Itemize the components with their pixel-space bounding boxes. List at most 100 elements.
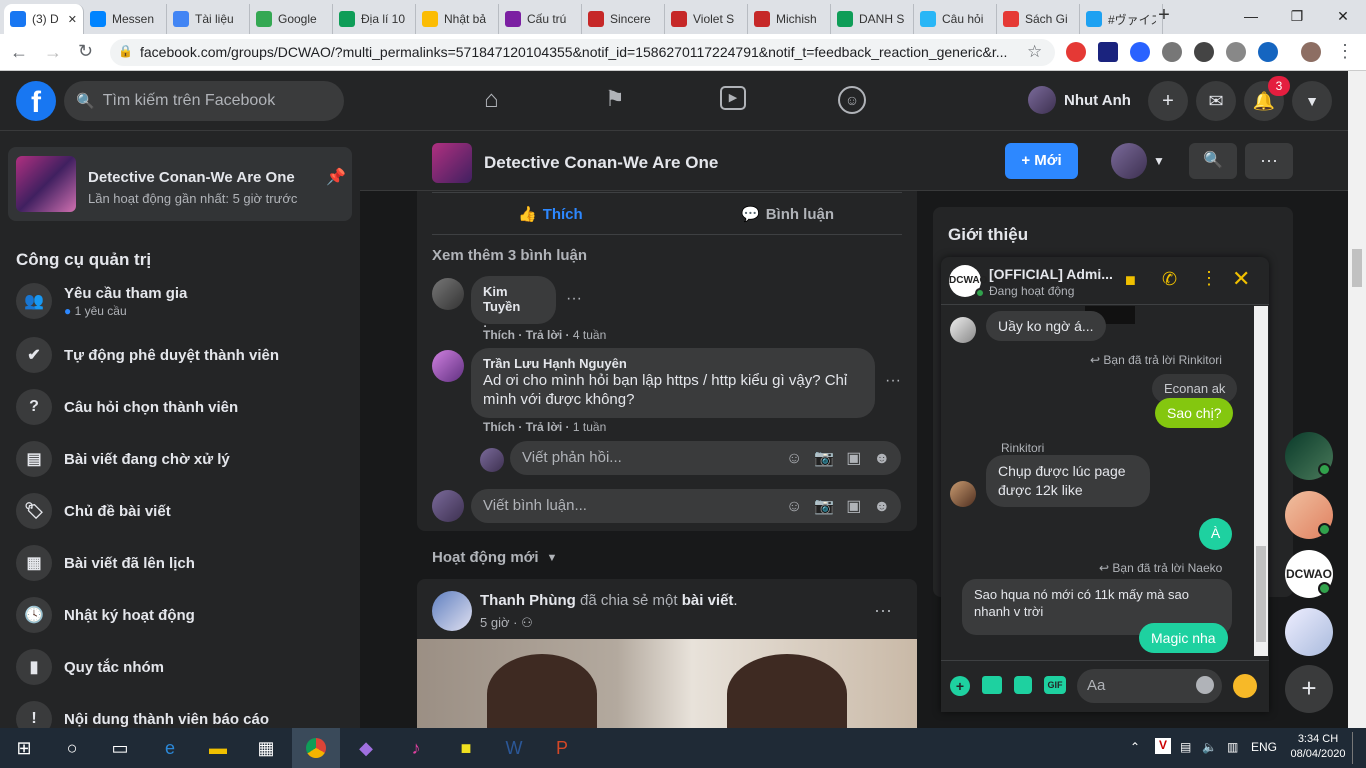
extension-icon[interactable] (1258, 42, 1278, 62)
browser-tab[interactable]: Michish (748, 4, 831, 34)
browser-tab[interactable]: Tài liệu (167, 4, 250, 34)
volume-icon[interactable]: 🔈 (1202, 740, 1217, 754)
post-options-icon[interactable]: ··· (874, 600, 892, 621)
show-desktop-button[interactable] (1352, 732, 1355, 764)
more-options-icon[interactable]: ··· (1245, 143, 1293, 179)
admin-tool-item[interactable]: 🕓 Nhật ký hoạt động (16, 597, 195, 633)
extension-icon[interactable] (1130, 42, 1150, 62)
sticker-icon[interactable]: ☻ (873, 498, 902, 515)
browser-tab[interactable]: Cấu trú (499, 4, 582, 34)
message-bubble[interactable]: Magic nha (1139, 623, 1228, 653)
close-window-button[interactable]: ✕ (1320, 0, 1366, 32)
admin-tool-item[interactable]: ? Câu hỏi chọn thành viên (16, 389, 238, 425)
new-tab-button[interactable]: + (1152, 4, 1176, 28)
facebook-logo[interactable]: f (16, 81, 56, 121)
phone-icon[interactable]: ✆ (1162, 269, 1177, 290)
view-more-comments[interactable]: Xem thêm 3 bình luận (432, 247, 587, 264)
comment-like-link[interactable]: Thích (483, 420, 515, 434)
browser-tab[interactable]: Violet S (665, 4, 748, 34)
camera-icon[interactable]: 📷 (814, 450, 846, 467)
store-icon[interactable]: ▦ (242, 728, 290, 768)
avatar[interactable] (432, 350, 464, 382)
url-input[interactable]: facebook.com/groups/DCWAO/?multi_permali… (110, 39, 1055, 66)
browser-tab[interactable]: Messen (84, 4, 167, 34)
browser-tab[interactable]: Google (250, 4, 333, 34)
gif-icon[interactable]: ▣ (846, 498, 873, 515)
scroll-thumb[interactable] (1256, 546, 1266, 642)
browser-tab[interactable]: Nhật bả (416, 4, 499, 34)
pin-icon[interactable]: 📌 (326, 167, 346, 187)
post-object-link[interactable]: bài viết (682, 592, 734, 609)
group-card[interactable]: Detective Conan-We Are One Lần hoạt động… (8, 147, 352, 221)
input-language[interactable]: ENG (1251, 740, 1277, 754)
tray-chevron-icon[interactable]: ⌃ (1130, 740, 1140, 754)
photo-icon[interactable] (982, 676, 1002, 694)
chat-head-avatar[interactable] (1285, 608, 1333, 656)
post-image[interactable] (417, 639, 917, 734)
close-tab-icon[interactable]: ✕ (68, 13, 77, 26)
group-header-title[interactable]: Detective Conan-We Are One (484, 153, 718, 173)
add-icon[interactable]: + (950, 676, 970, 696)
comment-reply-link[interactable]: Trả lời (526, 328, 563, 342)
post-author[interactable]: Thanh Phùng (480, 592, 576, 609)
chrome-icon[interactable] (292, 728, 340, 768)
minimize-button[interactable]: — (1228, 0, 1274, 32)
like-button[interactable]: 👍 Thích (518, 205, 583, 224)
post-time[interactable]: 5 giờ · ⚇ (480, 615, 533, 631)
emoji-reaction-icon[interactable] (1233, 674, 1257, 698)
browser-menu-icon[interactable]: ⋮ (1336, 41, 1354, 62)
task-view-icon[interactable]: ▭ (96, 728, 144, 768)
extension-icon[interactable] (1098, 42, 1118, 62)
search-input[interactable]: Tìm kiếm trên Facebook (103, 92, 276, 110)
search-icon[interactable]: ○ (48, 728, 96, 768)
groups-icon[interactable]: ☺ (838, 86, 866, 114)
browser-tab[interactable]: Câu hỏi (914, 4, 997, 34)
antivirus-icon[interactable]: V (1155, 738, 1171, 754)
avatar[interactable] (432, 591, 472, 631)
camera-icon[interactable]: 📷 (814, 498, 846, 515)
powerpoint-icon[interactable]: P (538, 728, 586, 768)
video-call-icon[interactable]: ■ (1125, 270, 1136, 291)
forward-icon[interactable]: → (44, 42, 62, 63)
scroll-thumb[interactable] (1352, 249, 1362, 287)
word-icon[interactable]: W (490, 728, 538, 768)
sticky-app-icon[interactable]: ■ (442, 728, 490, 768)
account-menu-icon[interactable]: ▼ (1292, 81, 1332, 121)
bookmark-star-icon[interactable]: ☆ (1027, 42, 1042, 62)
create-button[interactable]: + (1148, 81, 1188, 121)
music-app-icon[interactable]: ♪ (392, 728, 440, 768)
browser-tab[interactable]: #ヴァイス (1080, 4, 1163, 34)
chat-options-icon[interactable]: ⋮ (1200, 268, 1218, 289)
windows-start-icon[interactable]: ⊞ (0, 728, 48, 768)
comment-options-icon[interactable]: ··· (885, 372, 901, 390)
page-scrollbar[interactable] (1348, 71, 1366, 728)
back-icon[interactable]: ← (10, 42, 28, 63)
sticker-icon[interactable] (1014, 676, 1032, 694)
search-box[interactable]: 🔍 Tìm kiếm trên Facebook (64, 81, 344, 121)
maximize-button[interactable]: ❐ (1274, 0, 1320, 32)
extension-icon[interactable] (1226, 42, 1246, 62)
admin-tool-item[interactable]: ▦ Bài viết đã lên lịch (16, 545, 195, 581)
pages-flag-icon[interactable]: ⚑ (605, 86, 625, 112)
admin-tool-item[interactable]: ▮ Quy tắc nhóm (16, 649, 164, 685)
new-message-button[interactable]: + (1285, 665, 1333, 713)
chat-title[interactable]: [OFFICIAL] Admi... (989, 266, 1113, 282)
clock[interactable]: 3:34 CH 08/04/2020 (1290, 732, 1346, 762)
message-bubble[interactable]: Chụp được lúc page được 12k like (986, 455, 1150, 507)
search-group-icon[interactable]: 🔍 (1189, 143, 1237, 179)
extension-icon[interactable] (1194, 42, 1214, 62)
extension-icon[interactable] (1066, 42, 1086, 62)
browser-tab[interactable]: (3) D ✕ (4, 4, 84, 34)
comment-like-link[interactable]: Thích (483, 328, 515, 342)
profile-link[interactable]: Nhut Anh (1028, 86, 1131, 114)
message-bubble[interactable]: À (1199, 518, 1232, 550)
new-post-button[interactable]: + Mới (1005, 143, 1078, 179)
sticker-icon[interactable]: ☻ (873, 450, 902, 467)
browser-tab[interactable]: Sách Gi (997, 4, 1080, 34)
profile-avatar[interactable] (1301, 42, 1321, 62)
file-explorer-icon[interactable]: ▬ (194, 728, 242, 768)
reload-icon[interactable]: ↻ (78, 41, 93, 62)
browser-tab[interactable]: Địa lí 10 (333, 4, 416, 34)
message-bubble[interactable]: Uầy ko ngờ á... (986, 311, 1106, 341)
extension-icon[interactable] (1162, 42, 1182, 62)
